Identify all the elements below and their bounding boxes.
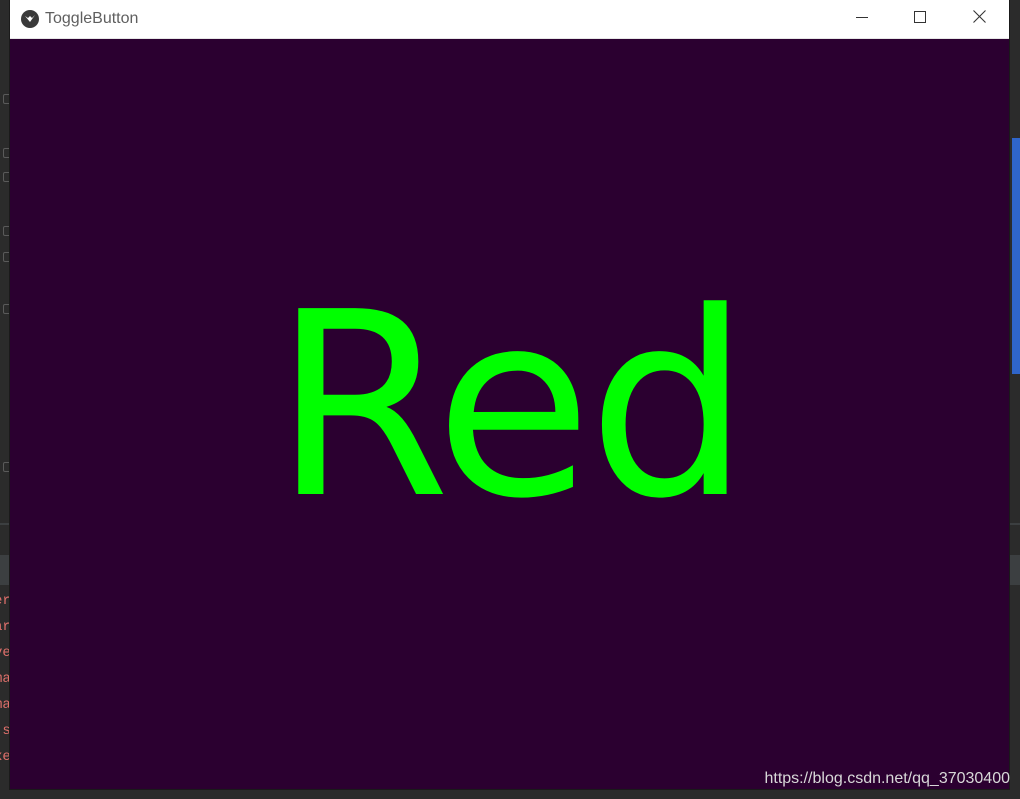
close-button[interactable] [949,0,1009,38]
app-window: ToggleButton Red [10,0,1009,789]
close-icon [972,10,986,28]
watermark-text: https://blog.csdn.net/qq_37030400 [764,770,1010,787]
maximize-button[interactable] [891,0,949,38]
window-title: ToggleButton [45,10,139,27]
background-scrollbar [1012,138,1020,374]
minimize-icon [856,10,868,28]
kivy-logo-icon [21,10,39,28]
desktop-screen: er ar ve ma ma s xe ToggleButton [0,0,1020,799]
toggle-button-label: Red [273,258,749,555]
maximize-icon [914,10,926,28]
title-bar[interactable]: ToggleButton [10,0,1009,39]
toggle-button[interactable]: Red [10,39,1009,789]
minimize-button[interactable] [833,0,891,38]
